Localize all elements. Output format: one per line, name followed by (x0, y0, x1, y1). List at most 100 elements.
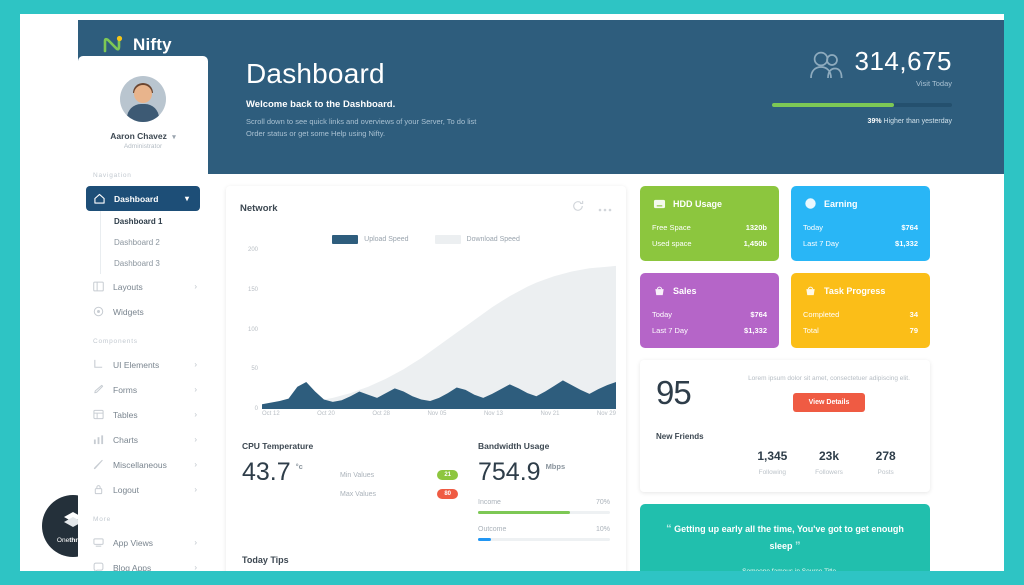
chevron-right-icon: › (194, 485, 197, 494)
tile-task-progress[interactable]: Task Progress Completed 34 Total 79 (791, 273, 930, 348)
stat-followers: 23k Followers (801, 447, 858, 476)
chevron-right-icon: › (194, 538, 197, 547)
tile-row: Today $764 (803, 223, 918, 232)
cart-icon (652, 284, 666, 297)
sidebar-item-tables[interactable]: Tables › (78, 402, 208, 427)
chevron-right-icon: › (194, 360, 197, 369)
sidebar-item-blog-apps[interactable]: Blog Apps › (78, 555, 208, 571)
sidebar-item-ui-elements[interactable]: UI Elements › (78, 352, 208, 377)
tile-row: Total 79 (803, 326, 918, 335)
tile-row-value: $764 (901, 223, 918, 232)
network-card: Network Upload Speed Download Speed 200 … (226, 186, 626, 571)
metrics-row: CPU Temperature 43.7 °c Min Values 21 Ma… (226, 425, 626, 541)
outcome-percent: 10% (595, 526, 610, 533)
refresh-icon[interactable] (572, 199, 584, 217)
sidebar-item-miscellaneous[interactable]: Miscellaneous › (78, 452, 208, 477)
bandwidth-title: Bandwidth Usage (478, 441, 550, 451)
cpu-minmax-block: Min Values 21 Max Values 80 (340, 441, 458, 541)
tile-row-label: Used space (652, 239, 692, 248)
sidebar-item-dashboard-2[interactable]: Dashboard 2 (101, 232, 208, 253)
tile-row-value: $1,332 (895, 239, 918, 248)
income-label: Income (478, 499, 501, 506)
sidebar-subitems: Dashboard 1 Dashboard 2 Dashboard 3 (100, 211, 208, 274)
sidebar-item-layouts[interactable]: Layouts › (78, 274, 208, 299)
sidebar-item-widgets[interactable]: Widgets (78, 299, 208, 324)
quote-open-mark: “ (666, 523, 672, 535)
stat-label: Followers (815, 469, 843, 476)
profile-block[interactable]: Aaron Chavez ▾ Administrator (78, 56, 208, 158)
quote-text-wrap: “ Getting up early all the time, You've … (662, 521, 908, 555)
chart-x-tick: Nov 13 (483, 411, 503, 417)
chart-y-tick: 100 (247, 326, 258, 333)
sidebar-item-dashboard-1[interactable]: Dashboard 1 (101, 211, 208, 232)
sidebar-item-forms[interactable]: Forms › (78, 377, 208, 402)
chevron-right-icon: › (194, 282, 197, 291)
more-horizontal-icon[interactable] (598, 199, 612, 217)
stat-value: 1,345 (757, 449, 788, 463)
tile-earning[interactable]: Earning Today $764 Last 7 Day $1,332 (791, 186, 930, 261)
stat-value: 278 (875, 449, 896, 463)
legend-label: Upload Speed (364, 236, 409, 243)
cpu-min-row: Min Values 21 (340, 470, 458, 480)
tile-row: Completed 34 (803, 310, 918, 319)
sidebar-item-label: Tables (113, 409, 138, 420)
chevron-right-icon: › (194, 563, 197, 571)
tile-row-label: Total (803, 326, 819, 335)
bandwidth-unit: Mbps (545, 462, 566, 471)
sidebar-item-app-views[interactable]: App Views › (78, 530, 208, 555)
cpu-max-label: Max Values (340, 490, 377, 498)
stat-value: 23k (818, 449, 840, 463)
tile-row-label: Free Space (652, 223, 691, 232)
new-friends-card: 95 New Friends Lorem ipsum dolor sit ame… (640, 360, 930, 492)
chevron-right-icon: › (194, 410, 197, 419)
tile-row-value: 79 (909, 326, 918, 335)
quote-author: — Someone famous in Source Title (662, 568, 908, 571)
friends-count: 95 (656, 374, 692, 411)
pen-icon (93, 384, 105, 395)
visit-note-value: 39% (867, 118, 882, 125)
tile-row-label: Last 7 Day (803, 239, 839, 248)
sidebar-item-logout[interactable]: Logout › (78, 477, 208, 502)
outcome-label: Outcome (478, 526, 507, 533)
hdd-icon (652, 197, 666, 210)
tile-title: Sales (673, 285, 697, 296)
tile-sales[interactable]: Sales Today $764 Last 7 Day $1,332 (640, 273, 779, 348)
hero-banner: Dashboard Welcome back to the Dashboard.… (208, 20, 1004, 174)
sidebar-item-label: Layouts (113, 281, 143, 292)
chart-x-tick: Nov 21 (540, 411, 560, 417)
quote-text: Getting up early all the time, You've go… (674, 524, 904, 552)
lock-icon (93, 484, 105, 495)
chevron-right-icon: › (194, 385, 197, 394)
tile-row-value: $764 (750, 310, 767, 319)
tile-row-label: Completed (803, 310, 840, 319)
chevron-down-icon: ▾ (184, 194, 189, 203)
visitors-icon (809, 50, 843, 85)
view-details-button[interactable]: View Details (792, 393, 866, 413)
profile-name: Aaron Chavez ▾ (78, 131, 208, 141)
sidebar-item-dashboard[interactable]: Dashboard ▾ (86, 186, 200, 211)
sidebar-item-dashboard-3[interactable]: Dashboard 3 (101, 253, 208, 274)
sidebar-item-charts[interactable]: Charts › (78, 427, 208, 452)
tile-row: Today $764 (652, 310, 767, 319)
stat-following: 1,345 Following (744, 447, 801, 476)
sidebar-item-label: UI Elements (113, 359, 160, 370)
nifty-logo-icon (102, 34, 124, 56)
chart-y-tick: 50 (251, 366, 258, 373)
bar-chart-icon (93, 434, 105, 445)
tile-title: HDD Usage (673, 198, 723, 209)
chevron-down-icon[interactable]: ▾ (172, 133, 176, 141)
legend-item-upload: Upload Speed (332, 235, 409, 244)
sidebar-item-label: App Views (113, 537, 154, 548)
tile-hdd-usage[interactable]: HDD Usage Free Space 1320b Used space 1,… (640, 186, 779, 261)
profile-name-text: Aaron Chavez (110, 131, 167, 141)
app-views-icon (93, 537, 105, 548)
friends-description: Lorem ipsum dolor sit amet, consectetuer… (748, 375, 910, 382)
app-frame: Nifty Type for search... Aaron Chavez ▾ … (20, 14, 1004, 571)
sidebar-section-label-navigation: Navigation (93, 172, 132, 179)
sidebar-item-label: Widgets (113, 306, 144, 317)
bandwidth-income-bar: Income 70% (478, 499, 610, 514)
layout-icon (93, 281, 105, 292)
sidebar-item-label: Dashboard (114, 193, 159, 204)
chevron-right-icon: › (194, 435, 197, 444)
pencil-icon (93, 459, 105, 470)
